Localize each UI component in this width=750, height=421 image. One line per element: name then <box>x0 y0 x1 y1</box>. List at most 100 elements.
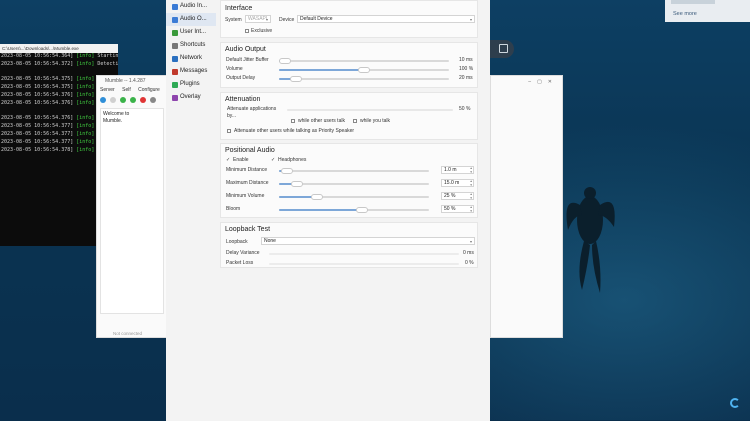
delay-variance-slider[interactable] <box>269 253 459 255</box>
console-level: [info] <box>76 146 95 153</box>
priority-checkbox[interactable] <box>227 129 231 133</box>
attenuate-value: 50 % <box>459 106 471 112</box>
chevron-down-icon: ▾ <box>469 239 472 244</box>
info-icon[interactable] <box>110 97 116 103</box>
spinbox-arrows-icon[interactable]: ▴ ▾ <box>470 205 472 213</box>
console-time: 2023-08-05 10:56:54.375] <box>1 84 74 91</box>
mumble-menubar: Server Self Configure <box>97 86 167 95</box>
console-time: 2023-08-05 10:56:54.377] <box>1 130 74 137</box>
loopback-select[interactable]: None ▾ <box>261 237 475 245</box>
connect-icon[interactable] <box>100 97 106 103</box>
shortcuts-icon <box>172 42 178 49</box>
record-icon[interactable] <box>140 97 146 103</box>
slider-track[interactable] <box>279 194 429 200</box>
deafen-icon[interactable] <box>130 97 136 103</box>
slider-handle[interactable] <box>280 168 293 174</box>
slider-handle[interactable] <box>310 194 323 200</box>
see-more-link[interactable]: See more <box>673 11 697 17</box>
while-you-label: while you talk <box>360 118 391 124</box>
loopback-value: None <box>264 238 276 244</box>
slider-handle[interactable] <box>355 207 368 213</box>
mute-icon[interactable] <box>120 97 126 103</box>
while-other-checkbox[interactable] <box>291 119 295 123</box>
spinbox-value: 15.0 m <box>444 180 460 186</box>
sidebar-item-label: Network <box>180 55 203 61</box>
slider-value: 10 ms <box>459 57 473 63</box>
enable-checkbox[interactable]: ✓ <box>226 157 230 163</box>
exclusive-checkbox[interactable] <box>245 29 249 33</box>
spinbox-arrows-icon[interactable]: ▴ ▾ <box>470 166 472 174</box>
spinbox-arrows-icon[interactable]: ▴ ▾ <box>470 192 472 200</box>
slider-track[interactable] <box>279 207 429 213</box>
system-value: WASAPI <box>248 16 268 22</box>
slider-track[interactable] <box>279 181 429 187</box>
slider-label: Minimum Volume <box>226 193 265 199</box>
sidebar-item-user-interface[interactable]: User Int... <box>166 26 216 39</box>
value-spinbox[interactable]: 15.0 m ▴ ▾ <box>441 179 474 187</box>
sidebar-item-shortcuts[interactable]: Shortcuts <box>166 39 216 52</box>
console-time: 2023-08-05 10:56:54.376] <box>1 91 74 98</box>
console-time: 2023-08-05 10:56:54.376] <box>1 99 74 106</box>
slider-fill <box>279 209 362 211</box>
sidebar-item-label: Overlay <box>180 94 201 100</box>
audio-output-icon <box>172 16 178 23</box>
sidebar-item-audio-input[interactable]: Audio In... <box>166 0 216 13</box>
device-label: Device <box>279 17 295 23</box>
audio-output-group: Audio Output Default Jitter Buffer 10 ms V… <box>220 42 478 88</box>
value-spinbox[interactable]: 25 % ▴ ▾ <box>441 192 474 200</box>
snap-icon <box>499 44 508 53</box>
console-time: 2023-08-05 10:56:54.377] <box>1 138 74 145</box>
menu-configure[interactable]: Configure <box>138 87 160 93</box>
slider-track[interactable] <box>279 168 429 174</box>
window-controls[interactable]: –▢✕ <box>528 79 558 85</box>
delay-variance-label: Delay Variance <box>226 250 260 256</box>
sidebar-item-network[interactable]: Network <box>166 52 216 65</box>
priority-label: Attenuate other users while talking as P… <box>234 128 355 134</box>
user-interface-icon <box>172 29 178 36</box>
console-level: [info] <box>76 60 95 67</box>
slider-track[interactable] <box>279 76 449 82</box>
device-select[interactable]: Default Device ▾ <box>297 15 475 23</box>
sidebar-item-messages[interactable]: Messages <box>166 65 216 78</box>
overlay-icon <box>172 94 178 101</box>
slider-label: Volume <box>226 66 243 72</box>
loopback-group: Loopback Test Loopback None ▾ Delay Varia… <box>220 222 478 268</box>
value-spinbox[interactable]: 1.0 m ▴ ▾ <box>441 166 474 174</box>
headphones-label: Headphones <box>278 157 307 163</box>
headphones-checkbox[interactable]: ✓ <box>271 157 275 163</box>
slider-handle[interactable] <box>358 67 370 73</box>
packet-loss-slider[interactable] <box>269 263 459 265</box>
slider-track[interactable] <box>279 58 449 64</box>
console-time: 2023-08-05 10:56:54.376] <box>1 115 74 122</box>
console-level: [info] <box>76 91 95 98</box>
spinbox-arrows-icon[interactable]: ▴ ▾ <box>470 179 472 187</box>
menu-self[interactable]: Self <box>122 87 131 93</box>
settings-sidebar: Audio In... Audio O... User Int... Shortcut… <box>166 0 216 421</box>
spinbox-value: 50 % <box>444 206 456 212</box>
delay-variance-value: 0 ms <box>463 250 474 256</box>
sidebar-item-overlay[interactable]: Overlay <box>166 91 216 104</box>
slider-handle[interactable] <box>290 76 302 82</box>
sidebar-item-audio-output[interactable]: Audio O... <box>166 13 216 26</box>
slider-label: Default Jitter Buffer <box>226 57 269 63</box>
console-message: Detecting Humble link... <box>97 60 118 67</box>
value-spinbox[interactable]: 50 % ▴ ▾ <box>441 205 474 213</box>
sea-turtle-wallpaper <box>566 187 615 293</box>
exclusive-label: Exclusive <box>251 28 273 34</box>
slider-handle[interactable] <box>291 181 303 187</box>
sidebar-item-label: Messages <box>180 68 208 74</box>
slider-fill <box>279 69 364 71</box>
sidebar-item-plugins[interactable]: Plugins <box>166 78 216 91</box>
slider-track[interactable] <box>279 67 449 73</box>
console-time: 2023-08-05 10:56:54.372] <box>1 60 74 67</box>
while-you-checkbox[interactable] <box>353 119 357 123</box>
while-other-label: while other users talk <box>298 118 345 124</box>
console-time: 2023-08-05 10:56:54.375] <box>1 76 74 83</box>
attenuation-title: Attenuation <box>225 96 261 103</box>
attenuate-slider[interactable] <box>287 109 453 111</box>
slider-handle[interactable] <box>279 58 291 64</box>
menu-server[interactable]: Server <box>100 87 115 93</box>
system-select[interactable]: WASAPI ▾ <box>245 15 271 23</box>
comment-icon[interactable] <box>150 97 156 103</box>
loopback-label: Loopback <box>226 239 248 245</box>
